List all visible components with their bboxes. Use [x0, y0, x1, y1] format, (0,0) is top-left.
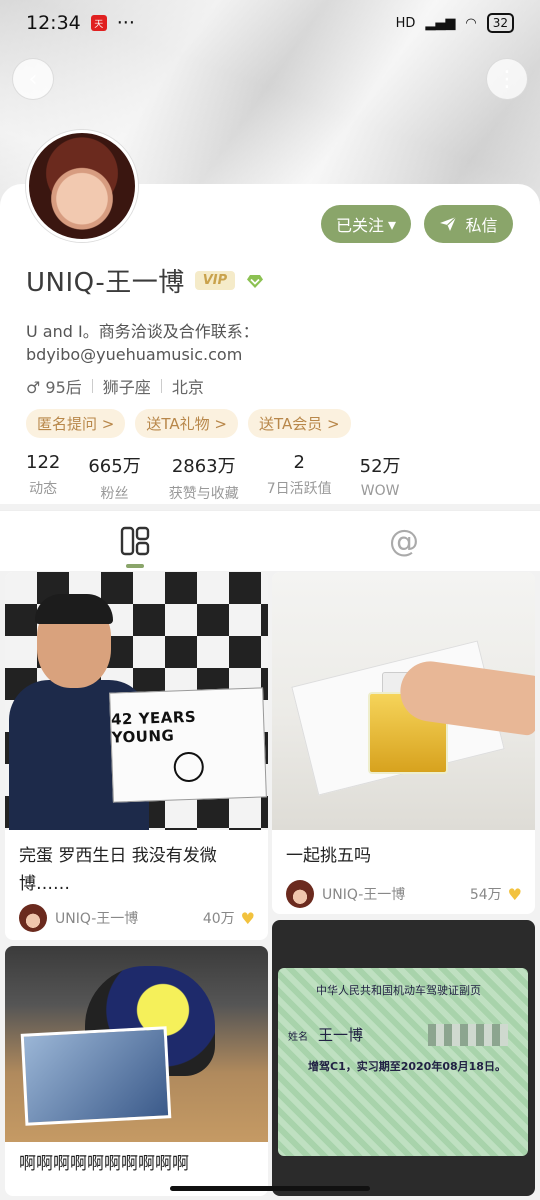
more-options-button[interactable]: ⋮ — [486, 58, 528, 100]
stat-value: 52万 — [359, 456, 401, 477]
stat-posts[interactable]: 122 动态 — [26, 452, 60, 503]
caret-down-icon: ▾ — [387, 214, 397, 234]
stat-likes[interactable]: 2863万 获赞与收藏 — [169, 452, 239, 503]
license-name: 王一博 — [318, 1026, 364, 1044]
feed-card[interactable]: 啊啊啊啊啊啊啊啊啊啊 — [5, 946, 268, 1196]
post-image: 中华人民共和国机动车驾驶证副页 姓名 王一博 增驾C1，实习期至2020年08月… — [272, 920, 535, 1196]
tab-posts[interactable] — [115, 523, 155, 559]
like-count[interactable]: 40万 ♥ — [203, 908, 255, 928]
feed-card[interactable]: 一起挑五吗 UNIQ-王一博 54万 ♥ — [272, 572, 535, 914]
stat-label: 获赞与收藏 — [168, 486, 239, 502]
location: 北京 — [171, 378, 204, 397]
like-count-value: 40万 — [202, 911, 235, 927]
profile-name-row: UNIQ-王一博 VIP — [26, 262, 265, 299]
like-count[interactable]: 54万 ♥ — [470, 884, 522, 904]
home-indicator — [170, 1186, 370, 1191]
license-note: 增驾C1，实习期至2020年08月18日。 — [308, 1060, 506, 1073]
status-time: 12:34 — [26, 12, 81, 34]
license-name-label: 姓名 — [288, 1032, 308, 1043]
profile-stats: 122 动态 665万 粉丝 2863万 获赞与收藏 2 7日活跃值 52万 W… — [26, 452, 429, 503]
post-title: 一起挑五吗 — [286, 846, 371, 866]
feed-card[interactable]: 中华人民共和国机动车驾驶证副页 姓名 王一博 增驾C1，实习期至2020年08月… — [272, 920, 535, 1196]
bio-email: bdyibo@yuehuamusic.com — [26, 345, 243, 364]
back-arrow-icon: ‹ — [28, 66, 38, 92]
stat-followers[interactable]: 665万 粉丝 — [88, 452, 140, 503]
profile-meta: ♂ 95后 狮子座 北京 — [26, 374, 204, 398]
stat-wow[interactable]: 52万 WOW — [360, 452, 401, 503]
network-indicator: HD — [395, 15, 416, 31]
stat-activity[interactable]: 2 7日活跃值 — [267, 452, 332, 503]
profile-bio: U and I。商务洽谈及合作联系： bdyibo@yuehuamusic.co… — [26, 320, 506, 366]
vip-badge[interactable]: VIP — [194, 271, 236, 290]
author-avatar[interactable] — [19, 904, 47, 932]
post-title: 啊啊啊啊啊啊啊啊啊啊 — [19, 1154, 189, 1174]
message-button-label: 私信 — [465, 216, 498, 235]
profile-name: UNIQ-王一博 — [26, 268, 185, 298]
app-badge-icon: 天 — [90, 15, 107, 31]
more-vertical-icon: ⋮ — [496, 66, 518, 92]
stat-label: WOW — [360, 483, 400, 499]
post-title: 完蛋 罗西生日 我没有发微博…… — [19, 846, 217, 894]
send-membership-tag[interactable]: 送TA会员 > — [247, 409, 351, 438]
paper-plane-icon — [440, 216, 457, 231]
profile-action-tags: 匿名提问 > 送TA礼物 > 送TA会员 > — [26, 409, 351, 438]
battery-indicator: 32 — [486, 13, 514, 33]
verified-heart-icon[interactable] — [245, 271, 265, 291]
bio-line-1: U and I。商务洽谈及合作联系： — [26, 322, 259, 341]
stat-label: 动态 — [29, 481, 58, 497]
back-button[interactable]: ‹ — [12, 58, 54, 100]
rider-cap — [35, 594, 113, 624]
active-tab-indicator — [126, 564, 144, 568]
birthday-sign: 42 YEARS YOUNG — [109, 687, 267, 803]
post-author-row: UNIQ-王一博 40万 ♥ — [19, 904, 255, 932]
like-count-value: 54万 — [469, 887, 502, 903]
divider — [160, 379, 162, 393]
post-image: 42 YEARS YOUNG — [5, 572, 268, 830]
smiley-icon — [173, 751, 205, 783]
divider — [91, 379, 93, 393]
message-button[interactable]: 私信 — [424, 205, 513, 243]
status-bar: 12:34 天 ··· HD ▂▄▆ ◠ 32 — [0, 0, 540, 46]
stat-value: 665万 — [88, 456, 141, 477]
zodiac: 狮子座 — [102, 378, 151, 397]
heart-icon: ♥ — [240, 908, 255, 928]
stat-value: 122 — [26, 452, 61, 473]
anonymous-question-tag[interactable]: 匿名提问 > — [26, 409, 126, 438]
at-icon: @ — [389, 523, 419, 559]
stat-value: 2863万 — [171, 456, 236, 477]
tab-mentions[interactable]: @ — [384, 523, 424, 559]
profile-avatar[interactable] — [26, 130, 138, 242]
driver-license: 中华人民共和国机动车驾驶证副页 姓名 王一博 增驾C1，实习期至2020年08月… — [278, 968, 528, 1156]
author-name: UNIQ-王一博 — [322, 887, 406, 903]
stat-label: 粉丝 — [100, 486, 129, 502]
feed-card[interactable]: 42 YEARS YOUNG 完蛋 罗西生日 我没有发微博…… UNIQ-王一博… — [5, 572, 268, 940]
stat-label: 7日活跃值 — [266, 481, 332, 497]
posts-grid-icon — [120, 526, 150, 556]
profile-tab-bar: @ — [0, 510, 540, 571]
post-author-row: UNIQ-王一博 54万 ♥ — [286, 880, 522, 908]
stat-value: 2 — [293, 452, 305, 473]
follow-button-label: 已关注 — [335, 216, 384, 235]
post-image — [5, 946, 268, 1142]
license-title: 中华人民共和国机动车驾驶证副页 — [316, 984, 481, 997]
post-image — [272, 572, 535, 830]
signed-photo — [20, 1026, 172, 1126]
author-avatar[interactable] — [286, 880, 314, 908]
heart-icon: ♥ — [507, 884, 522, 904]
wifi-icon: ◠ — [465, 15, 477, 31]
author-name: UNIQ-王一博 — [55, 911, 139, 927]
gender-age: ♂ 95后 — [26, 378, 82, 397]
following-button[interactable]: 已关注 ▾ — [321, 205, 411, 243]
send-gift-tag[interactable]: 送TA礼物 > — [135, 409, 238, 438]
status-more-dots: ··· — [116, 12, 135, 34]
signal-icon: ▂▄▆ — [425, 15, 456, 31]
redacted-field — [428, 1024, 508, 1046]
sign-text: 42 YEARS YOUNG — [110, 707, 197, 747]
